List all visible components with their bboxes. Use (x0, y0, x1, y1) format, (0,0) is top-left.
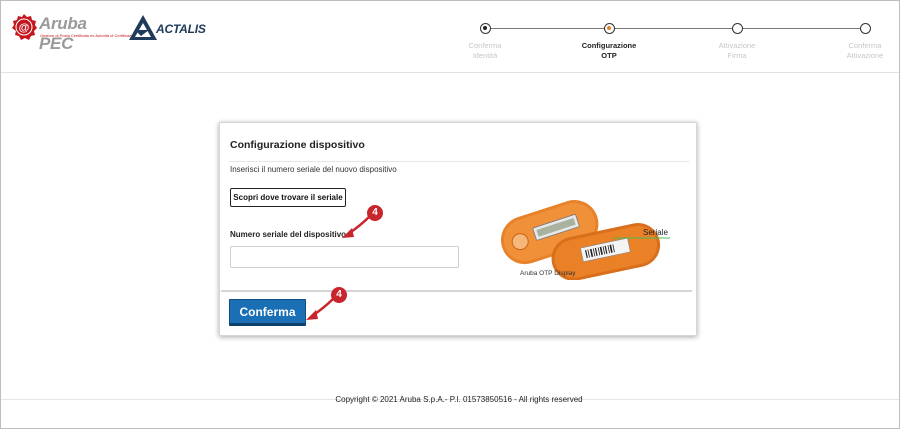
aruba-pec-logo[interactable]: @ Aruba PEC Gestore di Posta Certificata… (10, 13, 139, 53)
page-header: @ Aruba PEC Gestore di Posta Certificata… (1, 1, 899, 73)
progress-stepper: Conferma Identità Configurazione OTP Att… (461, 21, 891, 66)
step-dot-pending (731, 23, 743, 34)
card-title: Configurazione dispositivo (230, 139, 365, 151)
device-serial-label: Seriale (643, 228, 668, 237)
annotation-badge-confirm: 4 (331, 287, 347, 303)
stepper-track (481, 28, 865, 29)
serial-number-label: Numero seriale del dispositivo (230, 230, 347, 239)
divider (221, 290, 692, 292)
step-configurazione-otp: Configurazione OTP (569, 21, 649, 61)
device-caption: Aruba OTP Display (520, 270, 576, 277)
serial-number-input[interactable] (230, 246, 459, 268)
aruba-seal-icon: @ (12, 14, 37, 40)
instruction-text: Inserisci il numero seriale del nuovo di… (230, 165, 397, 174)
actalis-logo-text: ACTALIS (156, 22, 206, 36)
step-dot-pending (859, 23, 871, 34)
actalis-triangle-icon (129, 15, 157, 40)
actalis-logo[interactable]: ACTALIS (129, 14, 211, 42)
svg-text:@: @ (19, 22, 30, 34)
step-label: Attivazione Firma (718, 41, 756, 60)
annotation-badge-serial: 4 (367, 205, 383, 221)
step-dot-done (479, 23, 491, 34)
divider (229, 161, 689, 162)
step-label: Conferma Identità (468, 41, 502, 60)
find-serial-button[interactable]: Scopri dove trovare il seriale (230, 188, 346, 207)
footer-copyright: Copyright © 2021 Aruba S.p.A.- P.I. 0157… (335, 395, 583, 404)
step-label-current: Configurazione OTP (581, 41, 637, 60)
otp-device-illustration: Seriale (500, 200, 670, 280)
step-conferma-identita: Conferma Identità (445, 21, 525, 61)
step-label: Conferma Attivazione (846, 41, 884, 60)
step-dot-current (603, 23, 615, 34)
step-conferma-attivazione: Conferma Attivazione (825, 21, 900, 61)
confirm-button[interactable]: Conferma (229, 299, 306, 326)
device-config-card: Configurazione dispositivo Inserisci il … (219, 122, 697, 336)
step-attivazione-firma: Attivazione Firma (697, 21, 777, 61)
aruba-logo-tagline: Gestore di Posta Certificata ed Autorità… (40, 33, 139, 38)
